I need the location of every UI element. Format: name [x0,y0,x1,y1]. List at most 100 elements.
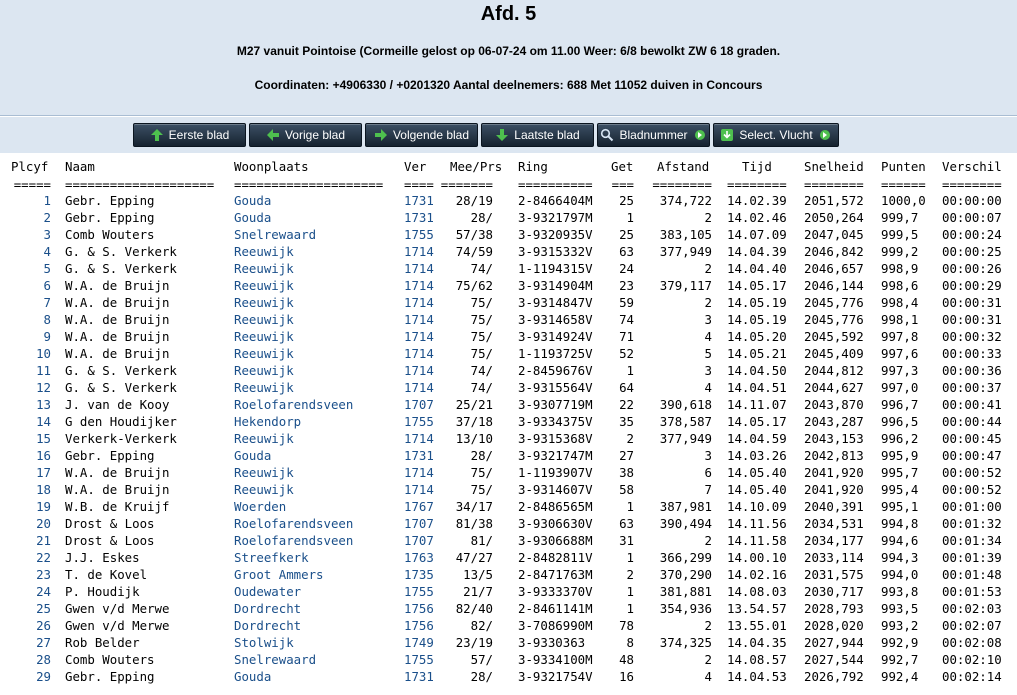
cell-club[interactable]: 1767 [404,498,434,515]
cell-time: 14.05.40 [727,482,787,497]
cell-club[interactable]: 1714 [404,277,434,294]
cell-residence[interactable]: Reeuwijk [234,277,294,294]
cell-club[interactable]: 1731 [404,668,434,685]
cell-placement: 29 [36,669,51,684]
cell-speed: 2046,842 [804,244,864,259]
cell-club[interactable]: 1755 [404,413,434,430]
cell-residence[interactable]: Gouda [234,447,271,464]
cell-ring: 3-9314924V [518,329,593,344]
cell-points: 994,3 [881,550,919,565]
cell-points: 994,6 [881,533,919,548]
separator: ======== [727,177,787,192]
cell-time: 14.05.17 [727,414,787,429]
table-row: 28 Comb Wouters Snelrewaard 1755 57/3-933410… [0,651,1017,668]
cell-residence[interactable]: Stolwijk [234,634,294,651]
cell-residence[interactable]: Reeuwijk [234,379,294,396]
cell-residence[interactable]: Roelofarendsveen [234,396,353,413]
cell-points: 997,0 [881,380,919,395]
cell-club[interactable]: 1714 [404,379,434,396]
cell-club[interactable]: 1731 [404,192,434,209]
cell-residence[interactable]: Reeuwijk [234,464,294,481]
cell-speed: 2042,813 [804,448,864,463]
cell-residence[interactable]: Oudewater [234,583,301,600]
cell-club[interactable]: 1707 [404,532,434,549]
cell-club[interactable]: 1714 [404,294,434,311]
cell-difference: 00:00:41 [942,397,1002,412]
cell-club[interactable]: 1714 [404,243,434,260]
cell-club[interactable]: 1714 [404,430,434,447]
cell-residence[interactable]: Snelrewaard [234,226,316,243]
cell-club[interactable]: 1714 [404,328,434,345]
cell-residence[interactable]: Reeuwijk [234,311,294,328]
cell-residence[interactable]: Woerden [234,498,286,515]
cell-residence[interactable]: Gouda [234,668,271,685]
cell-residence[interactable]: Snelrewaard [234,651,316,668]
cell-residence[interactable]: Gouda [234,209,271,226]
separator: ======== [942,177,1002,192]
select-flight-button[interactable]: Select. Vlucht [713,123,839,147]
cell-time: 14.05.40 [727,465,787,480]
cell-residence[interactable]: Reeuwijk [234,481,294,498]
cell-time: 14.05.20 [727,329,787,344]
cell-entries: 75/ [470,465,493,480]
cell-club[interactable]: 1714 [404,481,434,498]
cell-club[interactable]: 1714 [404,345,434,362]
cell-entries: 75/ [470,312,493,327]
cell-club[interactable]: 1714 [404,260,434,277]
cell-club[interactable]: 1731 [404,447,434,464]
last-page-button[interactable]: Laatste blad [481,123,594,147]
cell-ring: 2-8482811V [518,550,593,565]
cell-residence[interactable]: Dordrecht [234,600,301,617]
cell-residence[interactable]: Hekendorp [234,413,301,430]
cell-name: G. & S. Verkerk [65,244,177,259]
table-row: 19 W.B. de Kruijf Woerden 1767 34/17 2-848656… [0,498,1017,515]
cell-club[interactable]: 1707 [404,515,434,532]
cell-points: 995,4 [881,482,919,497]
cell-residence[interactable]: Reeuwijk [234,430,294,447]
cell-residence[interactable]: Reeuwijk [234,362,294,379]
cell-residence[interactable]: Streefkerk [234,549,309,566]
cell-residence[interactable]: Reeuwijk [234,328,294,345]
cell-club[interactable]: 1714 [404,311,434,328]
table-row: 4 G. & S. Verkerk Reeuwijk 1714 74/59 3-93153… [0,243,1017,260]
cell-club[interactable]: 1755 [404,583,434,600]
cell-residence[interactable]: Reeuwijk [234,243,294,260]
cell-placement: 1 [43,193,51,208]
cell-club[interactable]: 1755 [404,651,434,668]
cell-club[interactable]: 1714 [404,362,434,379]
cell-club[interactable]: 1707 [404,396,434,413]
table-row: 14 G den Houdijker Hekendorp 1755 37/18 3-933… [0,413,1017,430]
cell-residence[interactable]: Groot Ammers [234,566,324,583]
cell-residence[interactable]: Roelofarendsveen [234,532,353,549]
cell-club[interactable]: 1763 [404,549,434,566]
cell-residence[interactable]: Reeuwijk [234,345,294,362]
separator: ======= [440,177,493,192]
cell-club[interactable]: 1756 [404,617,434,634]
cell-difference: 00:00:29 [942,278,1002,293]
cell-residence[interactable]: Dordrecht [234,617,301,634]
arrow-down-icon [496,129,509,141]
cell-difference: 00:00:44 [942,414,1002,429]
cell-difference: 00:00:24 [942,227,1002,242]
cell-entries: 82/ [470,618,493,633]
cell-club[interactable]: 1749 [404,634,434,651]
page-number-button[interactable]: Bladnummer [597,123,710,147]
page-header: Afd. 5 M27 vanuit Pointoise (Cormeille g… [0,0,1017,116]
cell-marked: 58 [619,482,634,497]
cell-residence[interactable]: Reeuwijk [234,294,294,311]
next-page-button[interactable]: Volgende blad [365,123,478,147]
first-page-button[interactable]: Eerste blad [133,123,246,147]
cell-name: Comb Wouters [65,652,155,667]
cell-club[interactable]: 1735 [404,566,434,583]
cell-speed: 2043,153 [804,431,864,446]
previous-page-button[interactable]: Vorige blad [249,123,362,147]
cell-club[interactable]: 1731 [404,209,434,226]
cell-marked: 25 [619,193,634,208]
cell-speed: 2044,627 [804,380,864,395]
cell-residence[interactable]: Gouda [234,192,271,209]
cell-club[interactable]: 1756 [404,600,434,617]
cell-club[interactable]: 1755 [404,226,434,243]
cell-club[interactable]: 1714 [404,464,434,481]
cell-residence[interactable]: Reeuwijk [234,260,294,277]
cell-residence[interactable]: Roelofarendsveen [234,515,353,532]
